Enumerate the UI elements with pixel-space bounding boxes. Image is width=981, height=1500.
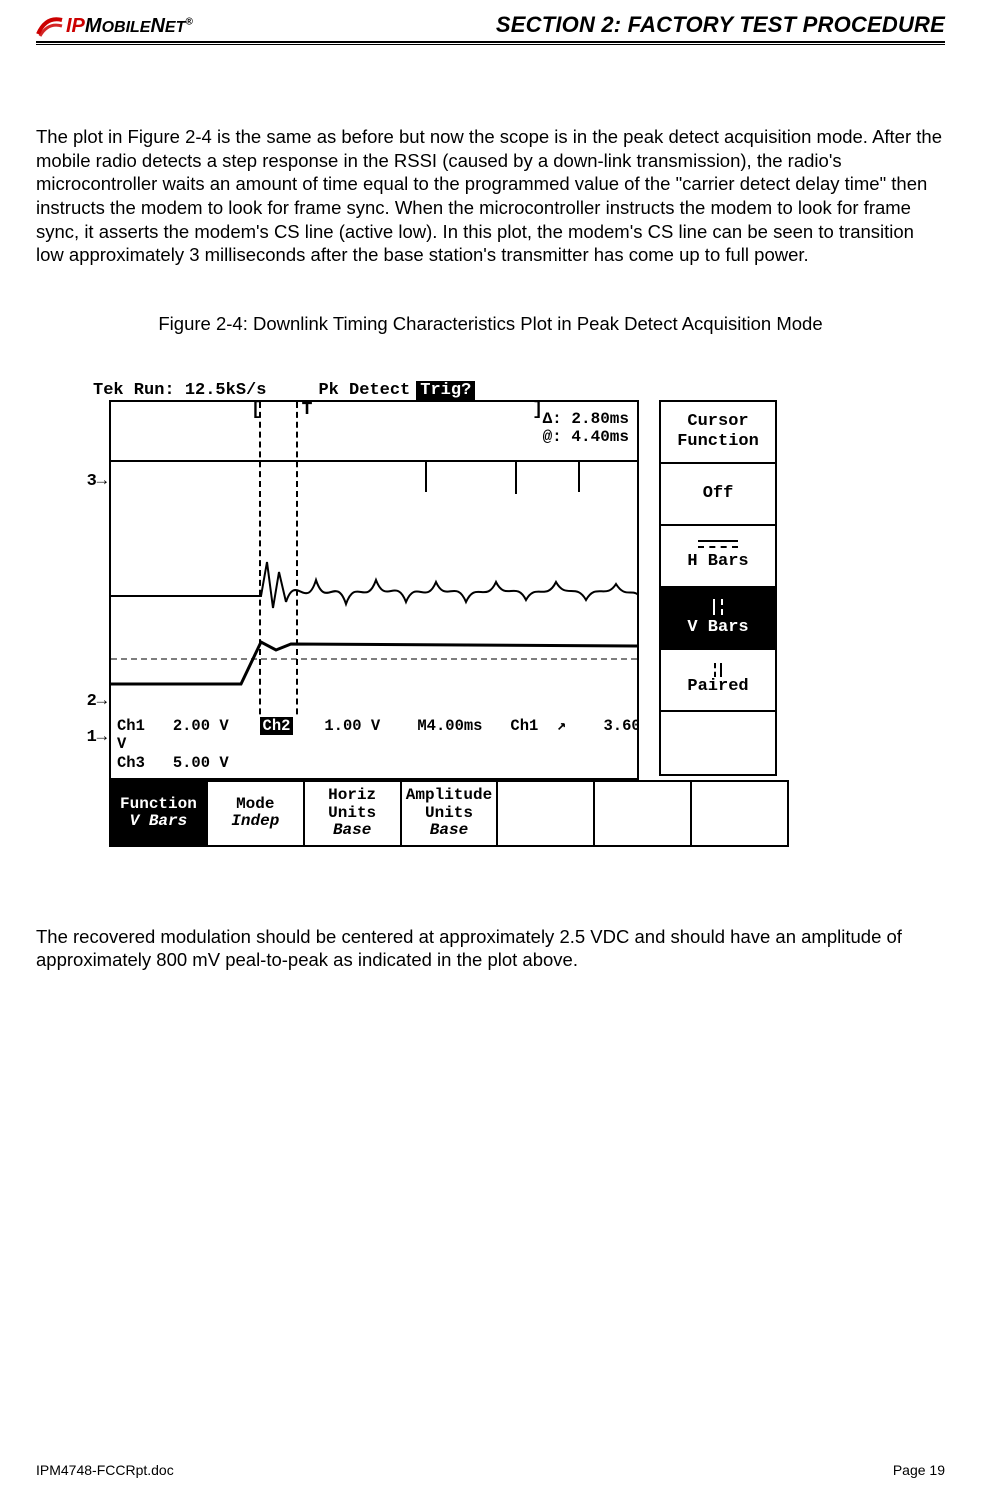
header-rule-thick: [36, 41, 945, 43]
bottom-function[interactable]: Function V Bars: [111, 782, 208, 845]
ch2-trace: [111, 552, 639, 622]
scope-run-label: Tek Run: 12.5kS/s: [93, 381, 266, 400]
header-rule-thin: [36, 44, 945, 45]
paragraph-2: The recovered modulation should be cente…: [36, 925, 945, 972]
scope-status-line: Tek Run: 12.5kS/s Pk Detect Trig?: [81, 381, 851, 400]
bottom-horiz[interactable]: Horiz Units Base: [305, 782, 402, 845]
logo-text-obile: OBILE: [102, 19, 151, 36]
ch1-indicator: 1→: [87, 728, 107, 747]
bottom-amp[interactable]: Amplitude Units Base: [402, 782, 499, 845]
ch2-scale: 1.00 V: [324, 717, 380, 735]
menu-empty: [661, 712, 775, 774]
paired-icon-r: [720, 663, 722, 677]
trig-edge-icon: ↗: [557, 717, 566, 735]
channel-indicators: 3→ 2→ 1→: [81, 400, 109, 780]
menu-vbars[interactable]: V Bars: [661, 588, 775, 650]
bottom-mode[interactable]: Mode Indep: [208, 782, 305, 845]
bracket-t: T: [302, 400, 313, 420]
cursor-delta: Δ: 2.80ms: [543, 410, 629, 428]
scope-grid: [ T ] Δ: 2.80ms @: 4.40ms: [109, 400, 639, 780]
page-header: IPMOBILENET® SECTION 2: FACTORY TEST PRO…: [36, 12, 945, 40]
menu-off[interactable]: Off: [661, 464, 775, 526]
vbar-icon: [713, 599, 715, 615]
section-title: SECTION 2: FACTORY TEST PROCEDURE: [496, 12, 945, 38]
ch3-glitches-icon: [111, 442, 639, 502]
trig-ch: Ch1: [510, 717, 538, 735]
page-footer: IPM4748-FCCRpt.doc Page 19: [36, 1462, 945, 1478]
paragraph-1: The plot in Figure 2-4 is the same as be…: [36, 125, 945, 267]
logo-text-n: N: [150, 15, 164, 37]
bottom-empty-2: [595, 782, 692, 845]
bottom-empty-1: [498, 782, 595, 845]
ch1-label: Ch1: [117, 717, 145, 735]
paired-icon-l: [714, 663, 716, 677]
logo-text-ip: IP: [66, 15, 85, 37]
bottom-empty-3: [692, 782, 787, 845]
ch1-trace: [111, 632, 639, 702]
menu-title: Cursor Function: [661, 402, 775, 464]
timebase: M4.00ms: [417, 717, 482, 735]
logo-text-m: M: [85, 15, 102, 37]
channel-info-row: Ch1 2.00 V Ch2 1.00 V M4.00ms Ch1 ↗ 3.60…: [117, 717, 639, 772]
footer-filename: IPM4748-FCCRpt.doc: [36, 1462, 174, 1478]
ch2-badge: Ch2: [260, 717, 294, 735]
oscilloscope-figure: Tek Run: 12.5kS/s Pk Detect Trig? 3→ 2→ …: [81, 381, 851, 847]
ch3-label: Ch3: [117, 754, 145, 772]
logo: IPMOBILENET®: [36, 14, 193, 38]
menu-paired[interactable]: Paired: [661, 650, 775, 712]
scope-bottom-menu: Function V Bars Mode Indep Horiz Units B…: [109, 780, 789, 847]
logo-text-et: ET: [165, 19, 185, 36]
cursor-side-menu: Cursor Function Off H Bars V Bars Pai: [659, 400, 777, 776]
ch1-scale: 2.00 V: [173, 717, 229, 735]
solid-line-icon: [698, 540, 738, 542]
figure-caption: Figure 2-4: Downlink Timing Characterist…: [36, 313, 945, 335]
reference-dash-line: [111, 658, 637, 660]
footer-page: Page 19: [893, 1462, 945, 1478]
dash-line-icon: [698, 546, 738, 548]
scope-mode-label: Pk Detect: [318, 381, 410, 400]
menu-hbars[interactable]: H Bars: [661, 526, 775, 588]
scope-trig-badge: Trig?: [416, 381, 475, 400]
vbar-dash-icon: [721, 599, 723, 615]
ch3-indicator: 3→: [87, 472, 107, 491]
logo-swoosh-icon: [36, 14, 64, 38]
ch2-indicator: 2→: [87, 692, 107, 711]
ch3-scale: 5.00 V: [173, 754, 229, 772]
